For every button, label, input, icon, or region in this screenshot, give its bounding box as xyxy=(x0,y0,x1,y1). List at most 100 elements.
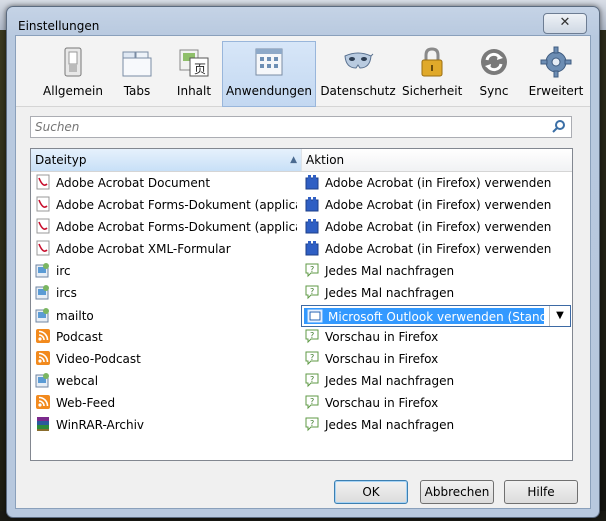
svg-text:页: 页 xyxy=(194,62,206,76)
ask-icon: ? xyxy=(304,394,320,410)
table-row[interactable]: Adobe Acrobat XML-Formular Adobe Acrobat … xyxy=(31,238,572,260)
tab-sync[interactable]: Sync xyxy=(472,42,516,106)
action-label: Microsoft Outlook verwenden (Standard) xyxy=(328,310,544,324)
svg-text:?: ? xyxy=(310,353,314,362)
action-cell[interactable]: ? Jedes Mal nachfragen xyxy=(304,414,570,436)
search-box xyxy=(30,116,572,138)
table-row[interactable]: Adobe Acrobat Forms-Dokument (applicati.… xyxy=(31,194,572,216)
tab-inhalt[interactable]: 页 Inhalt xyxy=(166,42,222,106)
ask-icon: ? xyxy=(304,416,320,432)
feed-icon xyxy=(35,350,51,366)
action-cell[interactable]: Adobe Acrobat (in Firefox) verwenden xyxy=(304,194,570,216)
table-row[interactable]: Web-Feed ? Vorschau in Firefox xyxy=(31,392,572,414)
table-row[interactable]: Adobe Acrobat Document Adobe Acrobat (in … xyxy=(31,172,572,194)
outlook-icon xyxy=(307,308,323,324)
svg-text:?: ? xyxy=(310,419,314,428)
action-cell[interactable]: ? Vorschau in Firefox xyxy=(304,326,570,348)
ask-icon: ? xyxy=(304,284,320,300)
content-type-label: irc xyxy=(56,264,71,278)
ok-button[interactable]: OK xyxy=(334,480,408,504)
column-header-aktion[interactable]: Aktion xyxy=(302,149,572,171)
tab-label: Sync xyxy=(479,84,509,98)
help-button[interactable]: Hilfe xyxy=(504,480,578,504)
content-type-label: Adobe Acrobat Document xyxy=(56,176,211,190)
content-type-label: Adobe Acrobat Forms-Dokument (applicati.… xyxy=(56,198,297,212)
action-cell[interactable]: ? Vorschau in Firefox xyxy=(304,348,570,370)
column-header-label: Aktion xyxy=(306,153,345,167)
content-type-cell: Podcast xyxy=(35,326,297,348)
switch-icon xyxy=(57,46,89,78)
table-row[interactable]: mailto Microsoft Outlook verwenden (Stand… xyxy=(31,304,572,328)
action-label: Adobe Acrobat (in Firefox) verwenden xyxy=(325,220,552,234)
action-cell[interactable]: Adobe Acrobat (in Firefox) verwenden xyxy=(304,172,570,194)
content-type-cell: webcal xyxy=(35,370,297,392)
action-cell[interactable]: Adobe Acrobat (in Firefox) verwenden xyxy=(304,238,570,260)
ask-icon: ? xyxy=(304,350,320,366)
tab-tabs[interactable]: Tabs xyxy=(112,42,162,106)
close-button[interactable]: ✕ xyxy=(543,13,587,34)
table-row[interactable]: irc ? Jedes Mal nachfragen xyxy=(31,260,572,282)
tab-allgemein[interactable]: Allgemein xyxy=(38,42,108,106)
column-header-dateityp[interactable]: Dateityp ▲ xyxy=(31,149,302,171)
search-icon[interactable] xyxy=(552,119,566,133)
table-row[interactable]: WinRAR-Archiv? Jedes Mal nachfragen xyxy=(31,414,572,436)
application-icon xyxy=(35,262,51,278)
action-cell[interactable]: ? Jedes Mal nachfragen xyxy=(304,260,570,282)
table-header: Dateityp ▲ Aktion xyxy=(31,149,572,172)
title-bar[interactable]: Einstellungen ✕ xyxy=(7,7,599,35)
pdf-icon xyxy=(35,196,51,212)
content-type-cell: mailto xyxy=(35,305,297,327)
action-select[interactable]: Microsoft Outlook verwenden (Standard) ▼ xyxy=(301,305,571,327)
gear-icon xyxy=(540,46,572,78)
tabs-icon xyxy=(121,46,153,78)
content-type-cell: Adobe Acrobat XML-Formular xyxy=(35,238,297,260)
table-row[interactable]: Adobe Acrobat Forms-Dokument (applicati.… xyxy=(31,216,572,238)
svg-text:?: ? xyxy=(310,397,314,406)
svg-text:?: ? xyxy=(310,287,314,296)
content-type-cell: Adobe Acrobat Document xyxy=(35,172,297,194)
plugin-icon xyxy=(304,240,320,256)
action-label: Jedes Mal nachfragen xyxy=(325,374,455,388)
content-type-label: WinRAR-Archiv xyxy=(56,418,145,432)
feed-icon xyxy=(35,328,51,344)
action-cell[interactable]: ? Jedes Mal nachfragen xyxy=(304,370,570,392)
tab-sicherheit[interactable]: Sicherheit xyxy=(402,42,462,106)
tab-anwendungen[interactable]: Anwendungen xyxy=(222,41,316,107)
pdf-icon xyxy=(35,240,51,256)
tab-label: Anwendungen xyxy=(225,84,313,98)
action-cell[interactable]: ? Vorschau in Firefox xyxy=(304,392,570,414)
content-type-label: Adobe Acrobat Forms-Dokument (applicati.… xyxy=(56,220,297,234)
action-label: Adobe Acrobat (in Firefox) verwenden xyxy=(325,176,552,190)
action-label: Adobe Acrobat (in Firefox) verwenden xyxy=(325,198,552,212)
pdf-icon xyxy=(35,174,51,190)
winrar-icon xyxy=(35,416,51,432)
plugin-icon xyxy=(304,174,320,190)
table-row[interactable]: ircs ? Jedes Mal nachfragen xyxy=(31,282,572,304)
window-title: Einstellungen xyxy=(18,19,100,33)
content-type-cell: Adobe Acrobat Forms-Dokument (applicati.… xyxy=(35,194,297,216)
content-type-cell: ircs xyxy=(35,282,297,304)
action-label: Jedes Mal nachfragen xyxy=(325,264,455,278)
table-row[interactable]: Video-Podcast? Vorschau in Firefox xyxy=(31,348,572,370)
column-header-label: Dateityp xyxy=(35,153,87,167)
action-label: Jedes Mal nachfragen xyxy=(325,418,455,432)
search-input[interactable] xyxy=(35,119,535,135)
table-row[interactable]: Podcast ? Vorschau in Firefox xyxy=(31,326,572,348)
action-label: Vorschau in Firefox xyxy=(325,352,439,366)
pdf-icon xyxy=(35,218,51,234)
content-type-cell: Web-Feed xyxy=(35,392,297,414)
tab-label: Allgemein xyxy=(43,84,103,98)
applications-icon xyxy=(253,46,285,78)
application-icon xyxy=(35,372,51,388)
cancel-button[interactable]: Abbrechen xyxy=(420,480,494,504)
dialog-content: Allgemein Tabs 页 Inhalt Anwendungen Date… xyxy=(15,35,591,509)
chevron-down-icon[interactable]: ▼ xyxy=(549,306,570,326)
table-row[interactable]: webcal? Jedes Mal nachfragen xyxy=(31,370,572,392)
action-cell[interactable]: Adobe Acrobat (in Firefox) verwenden xyxy=(304,216,570,238)
tab-erweitert[interactable]: Erweitert xyxy=(526,42,586,106)
action-cell[interactable]: ? Jedes Mal nachfragen xyxy=(304,282,570,304)
tab-datenschutz[interactable]: Datenschutz xyxy=(320,42,396,106)
sort-ascending-icon: ▲ xyxy=(290,155,297,165)
svg-text:?: ? xyxy=(310,375,314,384)
content-type-cell: Adobe Acrobat Forms-Dokument (applicati.… xyxy=(35,216,297,238)
